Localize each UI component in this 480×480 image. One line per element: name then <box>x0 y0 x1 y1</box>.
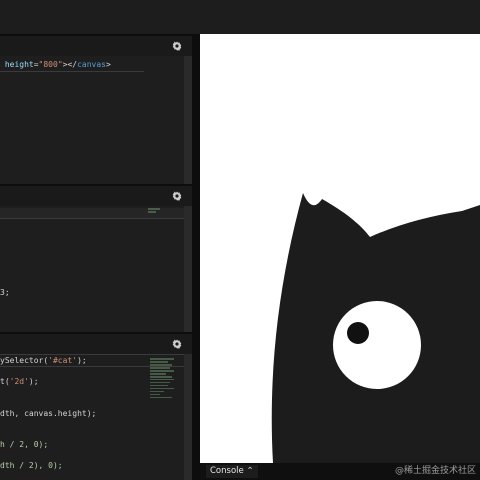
code-token: canvas <box>77 60 106 69</box>
code-token: ></ <box>62 60 78 69</box>
code-token: '2d' <box>9 377 29 386</box>
chevron-up-icon: ⌃ <box>246 466 254 476</box>
html-editor-panel: height="800"></canvas> <box>0 36 192 184</box>
css-editor-header <box>0 186 192 206</box>
cat-canvas <box>271 193 480 463</box>
js-editor-header <box>0 334 192 354</box>
js-minimap <box>150 358 180 400</box>
code-line: 3; <box>0 288 184 299</box>
code-token: ); <box>28 377 39 386</box>
cat-eye-pupil <box>347 322 369 344</box>
cat-eye-white <box>333 301 421 389</box>
preview-pane[interactable] <box>200 34 480 463</box>
html-editor-header <box>0 36 192 56</box>
css-editor-panel: 3; <box>0 186 192 332</box>
css-minimap <box>148 208 164 214</box>
code-line: dth, canvas.height); <box>0 409 184 420</box>
code-line: height="800"></canvas> <box>0 60 184 71</box>
code-token: h / 2, 0); <box>0 440 49 449</box>
code-line: h / 2, 0); <box>0 440 184 451</box>
watermark: @稀土掘金技术社区 <box>394 466 476 476</box>
code-underline <box>0 71 144 72</box>
css-settings-gear-icon[interactable] <box>172 191 182 201</box>
console-bar: Console ⌃ @稀土掘金技术社区 <box>200 463 480 480</box>
code-token: '#cat' <box>48 356 78 365</box>
code-token: > <box>106 60 111 69</box>
console-toggle-button[interactable]: Console ⌃ <box>206 465 258 478</box>
code-line: dth / 2), 0); <box>0 461 184 472</box>
code-token: dth / 2), 0); <box>0 461 63 470</box>
code-token: ySelector( <box>0 356 49 365</box>
js-settings-gear-icon[interactable] <box>172 339 182 349</box>
html-editor-scrollbar[interactable] <box>184 56 192 184</box>
console-label: Console <box>210 466 244 476</box>
code-token: 3; <box>0 287 10 297</box>
top-bar <box>0 0 480 34</box>
code-token: "800" <box>38 60 63 69</box>
code-token: height <box>0 60 34 69</box>
code-token: t( <box>0 377 10 386</box>
html-settings-gear-icon[interactable] <box>172 41 182 51</box>
editor-column: height="800"></canvas> 3; ySelector('#ca… <box>0 34 200 480</box>
css-editor-scrollbar[interactable] <box>184 206 192 332</box>
code-token: ); <box>77 356 87 365</box>
html-code-area[interactable]: height="800"></canvas> <box>0 60 184 184</box>
js-editor-scrollbar[interactable] <box>184 354 192 480</box>
code-token: dth, canvas.height); <box>0 408 97 418</box>
js-editor-panel: ySelector('#cat'); t('2d'); dth, canvas.he… <box>0 334 192 480</box>
css-code-area[interactable]: 3; <box>0 256 184 332</box>
